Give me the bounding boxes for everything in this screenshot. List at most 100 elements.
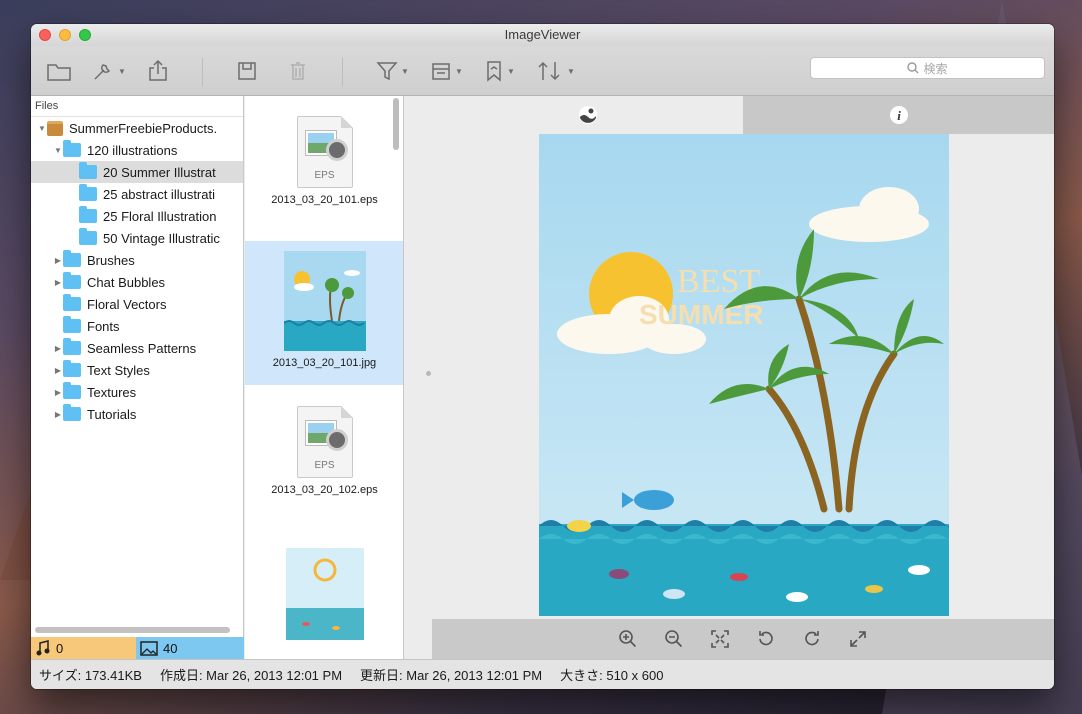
sort-icon <box>538 61 560 81</box>
thumbnail-item[interactable]: EPS 2013_03_20_102.eps <box>245 392 403 526</box>
zoom-out-icon[interactable] <box>664 629 684 649</box>
viewer-controls <box>432 619 1054 659</box>
tree-item-label: Brushes <box>87 252 135 268</box>
folder-icon <box>63 250 81 267</box>
tree-item-label: 50 Vintage Illustratic <box>103 230 220 246</box>
tree-item-folder[interactable]: ▶ Brushes <box>31 249 243 271</box>
thumbnail-list: EPS 2013_03_20_101.eps 2013_03_20_101.jp… <box>245 96 404 659</box>
folder-icon <box>63 338 81 355</box>
filter-menu-button[interactable]: ▼ <box>376 58 409 84</box>
minimize-button[interactable] <box>59 29 71 41</box>
folder-icon <box>63 272 81 289</box>
modified-date: 更新日: Mar 26, 2013 12:01 PM <box>360 668 543 683</box>
search-input[interactable]: 検索 <box>810 57 1045 79</box>
tree-item-folder[interactable]: ▶ Chat Bubbles <box>31 271 243 293</box>
thumbnail-filename: 2013_03_20_102.eps <box>271 484 378 496</box>
folder-icon <box>63 316 81 333</box>
thumbnail-item[interactable] <box>245 542 403 642</box>
disclosure-collapsed-icon[interactable]: ▶ <box>53 366 63 375</box>
folder-icon <box>79 184 97 201</box>
zoom-in-icon[interactable] <box>618 629 638 649</box>
disclosure-collapsed-icon[interactable]: ▶ <box>53 388 63 397</box>
rotate-right-icon[interactable] <box>802 629 822 649</box>
close-button[interactable] <box>39 29 51 41</box>
date-menu-button[interactable]: ▼ <box>430 58 463 84</box>
zoom-button[interactable] <box>79 29 91 41</box>
viewer-tabs: i <box>432 96 1054 134</box>
bookmark-icon <box>487 61 501 82</box>
wrench-icon <box>94 64 111 80</box>
tree-item-folder[interactable]: 50 Vintage Illustratic <box>31 227 243 249</box>
tree-item-label: 25 abstract illustrati <box>103 186 215 202</box>
disclosure-expanded-icon[interactable]: ▼ <box>53 146 63 155</box>
tree-item-folder[interactable]: ▶ Textures <box>31 381 243 403</box>
disclosure-expanded-icon[interactable]: ▼ <box>37 124 47 133</box>
image-thumbnail <box>283 251 366 351</box>
image-thumbnail <box>285 548 364 640</box>
folder-icon <box>79 162 97 179</box>
filter-icon <box>376 62 398 81</box>
horizontal-scrollbar[interactable] <box>35 627 230 633</box>
folder-icon <box>63 360 81 377</box>
toolbar-divider <box>202 58 203 86</box>
tree-item-folder[interactable]: 25 Floral Illustration <box>31 205 243 227</box>
disclosure-collapsed-icon[interactable]: ▶ <box>53 410 63 419</box>
image-viewer: i BEST SUMMER <box>432 96 1054 659</box>
tree-item-folder[interactable]: ▶ Seamless Patterns <box>31 337 243 359</box>
folder-icon <box>79 228 97 245</box>
thumbnail-item[interactable]: EPS 2013_03_20_101.eps <box>245 102 403 236</box>
folder-icon <box>47 64 71 81</box>
tree-item-folder[interactable]: 25 abstract illustrati <box>31 183 243 205</box>
rotate-left-icon[interactable] <box>756 629 776 649</box>
fullscreen-icon[interactable] <box>848 629 868 649</box>
tree-item-root[interactable]: ▼ SummerFreebieProducts. <box>31 117 243 139</box>
open-folder-button[interactable] <box>46 58 72 84</box>
audio-count: 0 <box>56 640 64 656</box>
share-button[interactable] <box>146 58 170 84</box>
tree-item-folder[interactable]: Fonts <box>31 315 243 337</box>
delete-button[interactable] <box>287 58 309 84</box>
fit-to-window-icon[interactable] <box>710 629 730 649</box>
tab-info[interactable]: i <box>743 96 1054 134</box>
vertical-scrollbar[interactable] <box>393 98 399 150</box>
package-icon <box>47 120 63 136</box>
image-count-chip[interactable]: 40 <box>136 637 244 659</box>
tree-item-label: Seamless Patterns <box>87 340 197 356</box>
sort-menu-button[interactable]: ▼ <box>536 58 575 84</box>
music-note-icon <box>36 640 50 656</box>
disclosure-collapsed-icon[interactable]: ▶ <box>53 256 63 265</box>
tree-item-label: Text Styles <box>87 362 150 378</box>
toolbar: ▼ ▼ ▼ ▼ ▼ 検索 <box>31 46 1054 96</box>
eps-file-icon: EPS <box>296 406 353 478</box>
tree-item-folder[interactable]: Floral Vectors <box>31 293 243 315</box>
thumbnail-item-selected[interactable]: 2013_03_20_101.jpg <box>245 241 403 385</box>
tree-item-label: Floral Vectors <box>87 296 167 312</box>
tools-menu-button[interactable]: ▼ <box>91 58 126 84</box>
tree-item-label: 120 illustrations <box>87 142 178 158</box>
disclosure-collapsed-icon[interactable]: ▶ <box>53 278 63 287</box>
tree-item-folder[interactable]: ▶ Tutorials <box>31 403 243 425</box>
eps-file-icon: EPS <box>296 116 353 188</box>
preview-image: BEST SUMMER <box>539 134 949 616</box>
save-button[interactable] <box>236 58 258 84</box>
share-icon <box>149 59 167 81</box>
window-controls <box>39 29 91 41</box>
calendar-icon <box>432 63 450 80</box>
tab-preview[interactable] <box>432 96 743 134</box>
summer-illustration: BEST SUMMER <box>539 134 949 616</box>
pane-splitter[interactable] <box>404 96 432 659</box>
image-icon <box>140 640 158 656</box>
thumbnail-filename: 2013_03_20_101.eps <box>271 194 378 206</box>
audio-count-chip[interactable]: 0 <box>31 637 136 659</box>
tree-item-folder[interactable]: 20 Summer Illustrat <box>31 161 243 183</box>
bookmark-menu-button[interactable]: ▼ <box>484 58 515 84</box>
tree-item-folder[interactable]: ▼ 120 illustrations <box>31 139 243 161</box>
disclosure-collapsed-icon[interactable]: ▶ <box>53 344 63 353</box>
search-placeholder: 検索 <box>923 61 948 76</box>
tree-item-label: Fonts <box>87 318 120 334</box>
tree-item-folder[interactable]: ▶ Text Styles <box>31 359 243 381</box>
imageviewer-window: ImageViewer ▼ ▼ ▼ ▼ ▼ 検索 Files ▼ SummerF… <box>31 24 1054 689</box>
trash-icon <box>291 62 305 80</box>
tree-item-label: Chat Bubbles <box>87 274 166 290</box>
thumbnail-filename: 2013_03_20_101.jpg <box>272 357 377 369</box>
